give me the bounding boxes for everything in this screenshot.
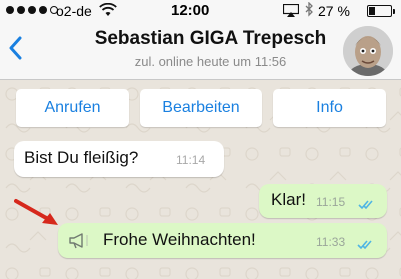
megaphone-icon — [68, 232, 90, 254]
edit-button[interactable]: Bearbeiten — [140, 89, 262, 127]
message-text: Klar! — [271, 190, 306, 209]
contact-actions: Anrufen Bearbeiten Info — [0, 80, 401, 127]
message-bubble-outgoing[interactable]: Klar! 11:15 — [259, 184, 387, 218]
contact-avatar[interactable] — [343, 26, 393, 76]
message-bubble-incoming[interactable]: Bist Du fleißig? 11:14 — [14, 141, 224, 177]
chat-header: Sebastian GIGA Trepesch zul. online heut… — [0, 22, 401, 80]
message-text: Bist Du fleißig? — [24, 148, 139, 167]
read-receipt-icon — [357, 235, 375, 255]
battery-percent: 27 % — [318, 3, 350, 19]
clock: 12:00 — [171, 2, 210, 19]
message-time: 11:15 — [316, 195, 346, 209]
info-button[interactable]: Info — [273, 89, 386, 127]
last-seen-status: zul. online heute um 11:56 — [134, 54, 287, 69]
signal-strength-icon — [6, 6, 58, 14]
message-text: Frohe Weihnachten! — [103, 230, 256, 249]
wifi-icon — [99, 2, 117, 20]
carrier-name: o2-de — [56, 3, 92, 19]
call-button[interactable]: Anrufen — [16, 89, 129, 127]
battery-level-fill — [369, 7, 375, 15]
bluetooth-icon — [305, 1, 314, 21]
airplay-icon — [282, 3, 300, 20]
message-time: 11:14 — [176, 153, 206, 167]
message-bubble-outgoing[interactable]: Frohe Weihnachten! 11:33 — [58, 223, 387, 258]
message-time: 11:33 — [316, 235, 346, 249]
read-receipt-icon — [358, 195, 376, 215]
battery-icon — [367, 5, 395, 17]
status-bar: o2-de 12:00 27 % — [0, 0, 401, 22]
contact-name[interactable]: Sebastian GIGA Trepesch — [0, 28, 401, 50]
red-arrow-annotation-icon — [14, 198, 62, 233]
